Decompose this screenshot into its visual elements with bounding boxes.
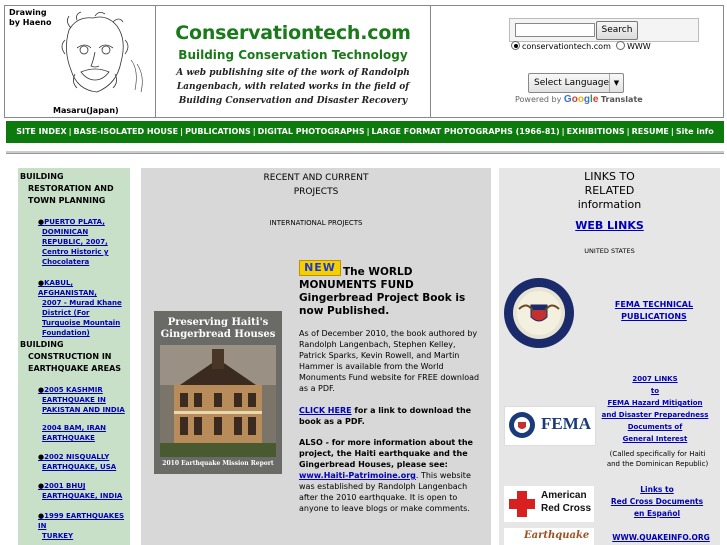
section-title-line: RECENT AND CURRENT xyxy=(263,173,369,183)
nav-site-info[interactable]: Site info xyxy=(676,127,714,136)
fema-tech-link[interactable]: FEMA TECHNICAL PUBLICATIONS xyxy=(609,299,699,323)
book-cover-footer: 2010 Earthquake Mission Report xyxy=(162,460,274,467)
site-description: A web publishing site of the work of Ran… xyxy=(176,68,410,106)
web-links-link[interactable]: WEB LINKS xyxy=(499,219,720,232)
powered-by-label: Powered by xyxy=(515,95,562,104)
heading-line: TOWN PLANNING xyxy=(28,196,106,205)
section-heading-construction: BUILDING CONSTRUCTION IN EARTHQUAKE AREA… xyxy=(20,339,121,375)
portrait-caption: Masaru(Japan) xyxy=(53,106,119,115)
chevron-down-icon: ▼ xyxy=(609,74,623,92)
quakeinfo-logo[interactable]: Earthquake xyxy=(504,528,594,545)
also-paragraph: ALSO - for more information about the pr… xyxy=(299,437,485,514)
links-title-line: LINKS TO xyxy=(584,170,635,183)
fema-2007-link[interactable]: 2007 LINKS to FEMA Hazard Mitigation and… xyxy=(595,373,715,445)
links-title-line: information xyxy=(577,198,642,211)
fema-note: (Called specifically for Haiti and the D… xyxy=(595,449,720,469)
region-label: UNITED STATES xyxy=(584,247,635,255)
main-nav: SITE INDEX | BASE-ISOLATED HOUSE | PUBLICATI… xyxy=(6,121,724,143)
nav-resume[interactable]: RESUME xyxy=(632,127,669,136)
section-title-line: PROJECTS xyxy=(293,187,339,197)
sidebar-link-nisqually[interactable]: ●2002 NISQUALLY EARTHQUAKE, USA xyxy=(38,452,116,472)
book-title-line: Gingerbread Houses xyxy=(160,329,276,340)
drawing-credit: Drawing by Haeno xyxy=(9,8,52,27)
heading-line: CONSTRUCTION IN xyxy=(28,352,112,361)
language-select[interactable]: Select Language ▼ xyxy=(528,73,624,93)
nav-large-format-photographs[interactable]: LARGE FORMAT PHOTOGRAPHS (1966-81) xyxy=(372,127,560,136)
nav-base-isolated-house[interactable]: BASE-ISOLATED HOUSE xyxy=(74,127,179,136)
sidebar-link-kabul[interactable]: ●KABUL, AFGHANISTAN, 2007 - Murad Khane … xyxy=(38,278,130,338)
search-cell: Search conservationtech.com WWW Select L… xyxy=(431,6,724,117)
portrait-cell: Drawing by Haeno Masaru(Japan) xyxy=(5,6,156,117)
site-header: Drawing by Haeno Masaru(Japan) Conservat… xyxy=(4,5,724,118)
click-here-link[interactable]: CLICK HERE xyxy=(299,406,352,415)
sidebar-link-puerto-plata[interactable]: ●PUERTO PLATA, DOMINICAN REPUBLIC, 2007,… xyxy=(38,217,109,267)
site-subtitle: Building Conservation Technology xyxy=(178,48,408,62)
book-announcement-body: As of December 2010, the book authored b… xyxy=(299,329,480,393)
fema-note-line: (Called specifically for Haiti xyxy=(609,450,706,458)
sidebar-link-kashmir[interactable]: ●2005 KASHMIR EARTHQUAKE IN PAKISTAN AND… xyxy=(38,385,125,415)
title-cell: Conservationtech.com Building Conservati… xyxy=(156,6,431,117)
fema-logo[interactable]: FEMA xyxy=(504,406,596,446)
quakeinfo-link[interactable]: WWW.QUAKEINFO.ORG xyxy=(603,532,719,544)
heading-line: BUILDING xyxy=(20,172,64,181)
links-title: LINKS TO RELATED information xyxy=(499,170,720,212)
nav-exhibitions[interactable]: EXHIBITIONS xyxy=(567,127,625,136)
also-text: ALSO - for more information about the pr… xyxy=(299,438,473,469)
translate-label: Translate xyxy=(600,95,643,104)
right-sidebar: LINKS TO RELATED information WEB LINKS U… xyxy=(499,168,720,545)
nav-digital-photographs[interactable]: DIGITAL PHOTOGRAPHS xyxy=(258,127,365,136)
section-title: RECENT AND CURRENT PROJECTS xyxy=(141,171,491,199)
fema-logo-text: FEMA xyxy=(541,414,592,433)
book-cover-title: Preserving Haiti's Gingerbread Houses xyxy=(154,317,282,341)
heading-line: RESTORATION AND xyxy=(28,184,114,193)
sidebar-link-bhuj[interactable]: ●2001 BHUJ EARTHQUAKE, INDIA xyxy=(38,481,122,501)
radio-site-label: conservationtech.com xyxy=(522,42,611,51)
book-cover-image[interactable]: Preserving Haiti's Gingerbread Houses 20… xyxy=(154,311,282,474)
nav-site-index[interactable]: SITE INDEX xyxy=(16,127,66,136)
house-photo xyxy=(160,345,276,457)
red-cross-logo-text: American Red Cross xyxy=(541,490,592,514)
left-sidebar: BUILDING RESTORATION AND TOWN PLANNING ●… xyxy=(18,168,130,545)
book-title-line: Preserving Haiti's xyxy=(167,317,269,328)
search-button[interactable]: Search xyxy=(596,21,638,40)
site-title[interactable]: Conservationtech.com xyxy=(156,22,430,44)
red-cross-link[interactable]: Links to Red Cross Documents en Español xyxy=(597,484,717,520)
quakeinfo-logo-text: Earthquake xyxy=(524,530,590,541)
dhs-seal-icon xyxy=(509,412,535,438)
subsection-title: INTERNATIONAL PROJECTS xyxy=(269,219,363,227)
heading-line: EARTHQUAKE AREAS xyxy=(28,364,122,373)
fema-seal-icon[interactable] xyxy=(503,277,575,349)
fema-note-line: and the Dominican Republic) xyxy=(606,460,709,468)
search-input[interactable] xyxy=(515,23,595,37)
main-content: RECENT AND CURRENT PROJECTS INTERNATIONA… xyxy=(141,168,491,545)
red-cross-logo[interactable]: American Red Cross xyxy=(504,486,594,522)
portrait-drawing xyxy=(61,11,143,93)
heading-line: BUILDING xyxy=(20,340,64,349)
divider xyxy=(6,151,724,154)
nav-publications[interactable]: PUBLICATIONS xyxy=(185,127,251,136)
haiti-patrimoine-link[interactable]: www.Haiti-Patrimoine.org xyxy=(299,471,416,480)
sidebar-link-turkey[interactable]: ●1999 EARTHQUAKES IN TURKEY xyxy=(38,511,130,541)
radio-web-label: WWW xyxy=(626,42,651,51)
search-scope: conservationtech.com WWW xyxy=(511,41,651,51)
radio-web[interactable] xyxy=(615,41,625,50)
sidebar-link-bam[interactable]: 2004 BAM, IRAN EARTHQUAKE xyxy=(42,423,106,443)
download-paragraph: CLICK HERE for a link to download the bo… xyxy=(299,405,485,427)
red-cross-icon xyxy=(509,491,535,517)
language-select-label: Select Language xyxy=(534,78,610,88)
book-announcement-heading: The WORLD MONUMENTS FUND Gingerbread Pro… xyxy=(299,266,466,317)
google-logo[interactable]: Google xyxy=(564,94,598,105)
section-heading-restoration: BUILDING RESTORATION AND TOWN PLANNING xyxy=(20,171,114,207)
radio-site[interactable] xyxy=(511,41,520,50)
powered-by: Powered by Google Translate xyxy=(515,94,643,105)
links-title-line: RELATED xyxy=(584,184,635,197)
search-form: Search xyxy=(509,18,699,42)
